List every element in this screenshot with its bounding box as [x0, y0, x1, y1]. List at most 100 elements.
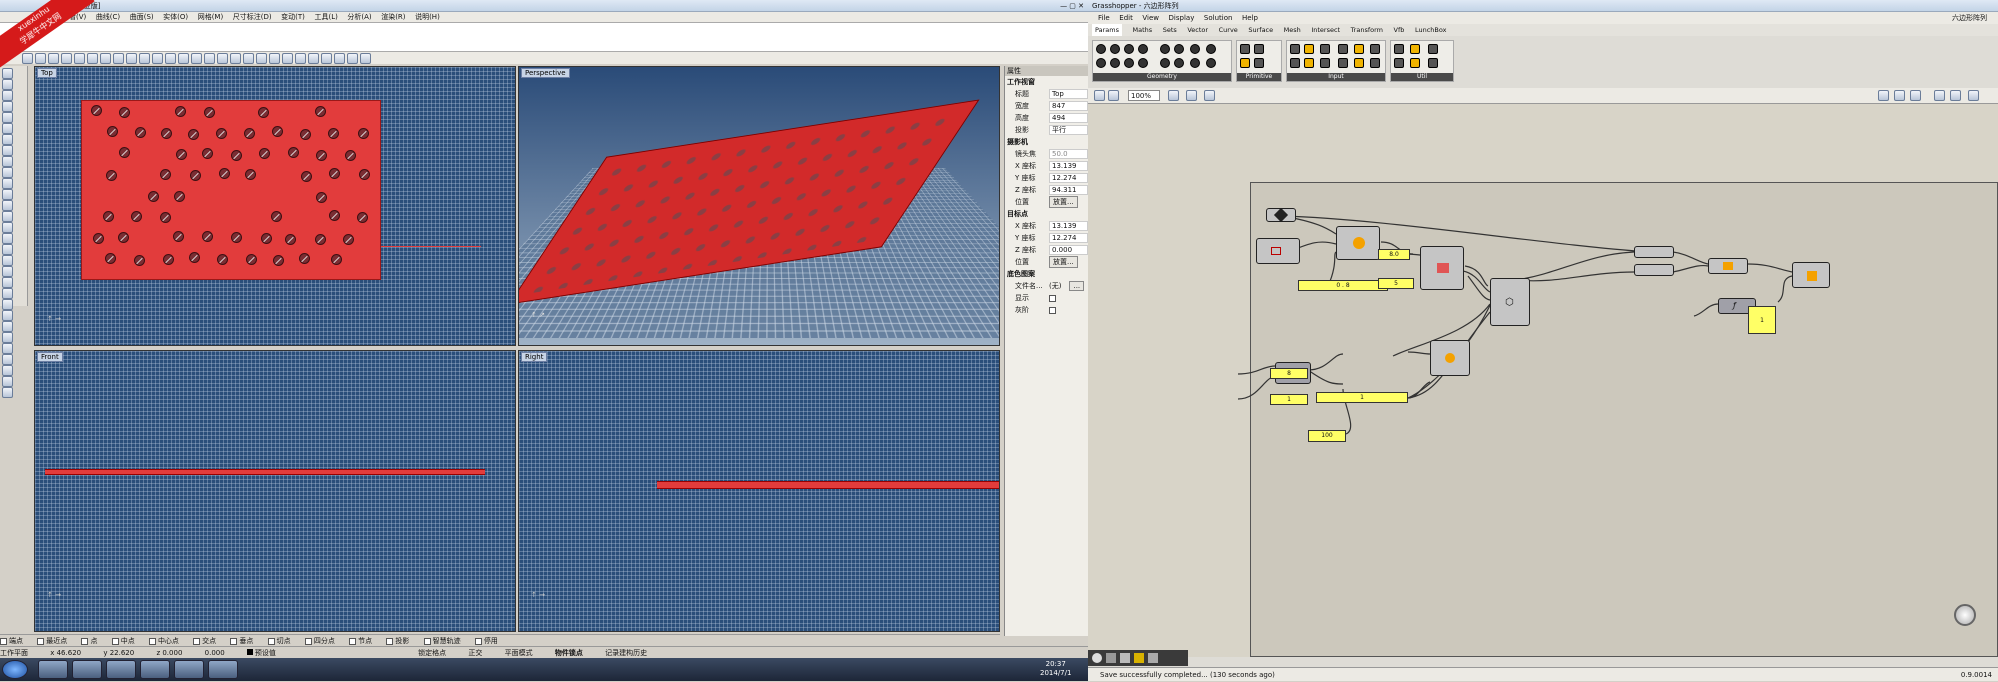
pin-icon[interactable]	[1120, 653, 1130, 663]
prop-title-field[interactable]: Top	[1049, 89, 1088, 99]
polyline-icon[interactable]	[2, 101, 13, 112]
component-icon[interactable]	[1206, 44, 1216, 54]
layer-icon[interactable]	[217, 53, 228, 64]
taskbar-app3[interactable]	[106, 660, 136, 679]
osnap-perp[interactable]: 垂点	[230, 637, 253, 645]
tab-intersect[interactable]: Intersect	[1311, 24, 1340, 36]
component-icon[interactable]	[1320, 58, 1330, 68]
tab-vfb[interactable]: Vfb	[1394, 24, 1405, 36]
grayscale-checkbox[interactable]	[1049, 306, 1056, 314]
lock-icon[interactable]	[269, 53, 280, 64]
panel-8[interactable]: 8	[1270, 368, 1308, 379]
cut-icon[interactable]	[74, 53, 85, 64]
place-camera-button[interactable]: 放置...	[1049, 196, 1078, 208]
status-layer[interactable]: 预设值	[246, 649, 276, 657]
component-icon[interactable]	[1320, 44, 1330, 54]
gh-menu-display[interactable]: Display	[1169, 12, 1195, 24]
gh-canvas[interactable]: ⬡ ≡ ƒ 0 . 8 8.0 5 8 1 1 100 1	[1088, 104, 1998, 657]
component-icon[interactable]	[1138, 44, 1148, 54]
text-icon[interactable]	[2, 178, 13, 189]
osnap-tangent[interactable]: 切点	[267, 637, 291, 645]
component-icon[interactable]	[1124, 44, 1134, 54]
gh-save-icon[interactable]	[1108, 90, 1119, 101]
group-input-label[interactable]: Input	[1287, 73, 1385, 81]
menu-curve[interactable]: 曲线(C)	[96, 12, 120, 22]
plate-front-view[interactable]	[45, 469, 485, 475]
osnap-smarttrack[interactable]: 智慧轨迹	[423, 637, 461, 645]
boolean-icon[interactable]	[2, 354, 13, 365]
status-osnap[interactable]: 物件锁点	[555, 649, 583, 657]
render-tool-icon[interactable]	[2, 387, 13, 398]
shade-icon[interactable]	[308, 53, 319, 64]
component-icon[interactable]	[1410, 58, 1420, 68]
component-icon[interactable]	[1254, 58, 1264, 68]
gh-open-icon[interactable]	[1094, 90, 1105, 101]
fillet-icon[interactable]	[2, 233, 13, 244]
prop-target-x-field[interactable]: 13.139	[1049, 221, 1088, 231]
viewport-front-label[interactable]: Front	[37, 352, 63, 362]
window-controls[interactable]: — ▢ ✕	[1060, 0, 1084, 12]
dimension-icon[interactable]	[2, 365, 13, 376]
panel-8-0[interactable]: 8.0	[1378, 249, 1410, 260]
component-icon[interactable]	[1124, 58, 1134, 68]
prop-height-field[interactable]: 494	[1049, 113, 1088, 123]
viewport-top-label[interactable]: Top	[37, 68, 57, 78]
toggle-icon[interactable]	[1092, 653, 1102, 663]
cull-node-2[interactable]	[1634, 264, 1674, 276]
new-file-icon[interactable]	[22, 53, 33, 64]
prop-projection-select[interactable]: 平行	[1049, 125, 1088, 135]
boolean-node[interactable]	[1792, 262, 1830, 288]
surface-icon[interactable]	[2, 189, 13, 200]
component-icon[interactable]	[1240, 58, 1250, 68]
tab-vector[interactable]: Vector	[1187, 24, 1208, 36]
gh-menu-view[interactable]: View	[1142, 12, 1159, 24]
component-icon[interactable]	[1190, 58, 1200, 68]
geometry-param-node[interactable]	[1266, 207, 1296, 223]
menu-surface[interactable]: 曲面(S)	[130, 12, 154, 22]
color-icon[interactable]	[1950, 90, 1961, 101]
zoom-extents-icon[interactable]	[178, 53, 189, 64]
tab-params[interactable]: Params	[1092, 24, 1122, 36]
viewport-top[interactable]: Top ↑ →	[34, 66, 516, 346]
menu-transform[interactable]: 变动(T)	[281, 12, 305, 22]
polygon-node[interactable]: ⬡	[1490, 278, 1530, 326]
component-icon[interactable]	[1110, 44, 1120, 54]
ellipse-icon[interactable]	[2, 145, 13, 156]
component-icon[interactable]	[1354, 44, 1364, 54]
component-icon[interactable]	[1174, 58, 1184, 68]
prop-width-field[interactable]: 847	[1049, 101, 1088, 111]
taskbar-explorer[interactable]	[38, 660, 68, 679]
viewport-front[interactable]: Front ↑ →	[34, 350, 516, 632]
scale-icon[interactable]	[2, 321, 13, 332]
eye-icon[interactable]	[1186, 90, 1197, 101]
globe-icon[interactable]	[1968, 90, 1979, 101]
sketch-icon[interactable]	[1106, 653, 1116, 663]
random-node[interactable]	[1430, 340, 1470, 376]
menu-mesh[interactable]: 网格(M)	[198, 12, 224, 22]
rotate-icon[interactable]	[2, 310, 13, 321]
paint-icon[interactable]	[1204, 90, 1215, 101]
component-icon[interactable]	[1290, 58, 1300, 68]
zoom-dropdown[interactable]: 100%	[1128, 90, 1160, 101]
component-icon[interactable]	[1206, 58, 1216, 68]
component-icon[interactable]	[1338, 58, 1348, 68]
group-primitive-label[interactable]: Primitive	[1237, 73, 1281, 81]
osnap-project[interactable]: 投影	[386, 637, 409, 645]
open-icon[interactable]	[35, 53, 46, 64]
group-util-label[interactable]: Util	[1391, 73, 1453, 81]
panel-0-8[interactable]: 0 . 8	[1298, 280, 1388, 291]
rectangle-icon[interactable]	[2, 156, 13, 167]
taskbar-ie[interactable]	[72, 660, 102, 679]
component-icon[interactable]	[1110, 58, 1120, 68]
tab-curve[interactable]: Curve	[1219, 24, 1238, 36]
panel-1-a[interactable]: 1	[1270, 394, 1308, 405]
component-icon[interactable]	[1096, 44, 1106, 54]
component-icon[interactable]	[1254, 44, 1264, 54]
taskbar-clock[interactable]: 20:37 2014/7/1	[1040, 660, 1071, 678]
menu-help[interactable]: 说明(H)	[415, 12, 440, 22]
options-icon[interactable]	[347, 53, 358, 64]
select-icon[interactable]	[2, 68, 13, 79]
help-icon[interactable]	[360, 53, 371, 64]
menu-solid[interactable]: 实体(O)	[163, 12, 188, 22]
paste-icon[interactable]	[100, 53, 111, 64]
